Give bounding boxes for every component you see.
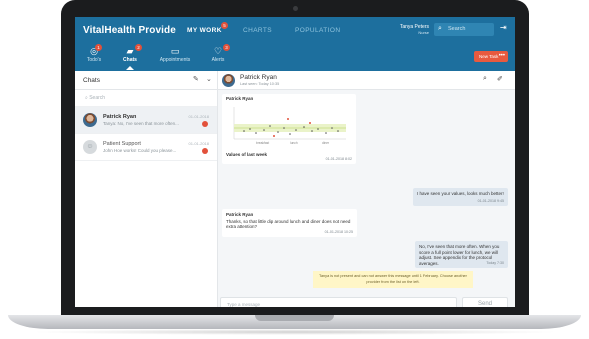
app-screen: VitalHealth Provide MY WORK 5 CHARTS POP… bbox=[75, 17, 515, 307]
plot-label: lunch bbox=[290, 141, 298, 145]
chat-preview: Tanya: No, I've seen that more often... bbox=[103, 121, 179, 126]
user-menu-icon[interactable]: ⇥ bbox=[500, 23, 507, 32]
message-sender: Patrick Ryan bbox=[226, 96, 254, 101]
nav-my-work[interactable]: MY WORK bbox=[187, 27, 222, 34]
chat-date: 01-01-2018 bbox=[188, 114, 209, 119]
message-input-placeholder: Type a message bbox=[227, 302, 261, 307]
new-task-button[interactable]: New Task ••• bbox=[474, 51, 508, 62]
message-caption: Values of last week bbox=[226, 152, 268, 157]
plot-label: breakfast bbox=[256, 141, 269, 145]
camera-dot bbox=[293, 6, 298, 11]
user-role: Nurse bbox=[418, 30, 429, 35]
search-icon: ⌕ bbox=[438, 25, 442, 32]
glucose-scatter-plot[interactable]: breakfast lunch diner bbox=[226, 103, 350, 150]
message-bubble-outgoing: No, I've seen that more often. When you … bbox=[415, 241, 508, 268]
message-sender: Patrick Ryan bbox=[226, 212, 254, 217]
chats-sidebar: Chats ✎ ⌄ ⌕ Search Patrick Ryan Tanya: N… bbox=[75, 71, 218, 307]
global-search[interactable]: ⌕ Search bbox=[434, 23, 494, 36]
message-text: I have seen your values, looks much bett… bbox=[417, 191, 504, 196]
compose-icon[interactable]: ✎ bbox=[193, 75, 199, 83]
message-timestamp: Today 7:30 bbox=[486, 260, 504, 265]
support-avatar-icon: ☺ bbox=[83, 140, 97, 154]
laptop-mockup: VitalHealth Provide MY WORK 5 CHARTS POP… bbox=[0, 0, 589, 339]
tab-chats-label: Chats bbox=[123, 57, 137, 63]
sub-tabs: ◎ Todo's 1 ▰ Chats 2 ▭ Appointments ♡ Al… bbox=[75, 42, 515, 71]
message-timestamp: 01-01-2018 9:45 bbox=[477, 198, 504, 203]
new-task-label: New Task bbox=[479, 54, 499, 59]
tab-appointments-label: Appointments bbox=[159, 57, 191, 63]
nav-charts[interactable]: CHARTS bbox=[243, 27, 272, 34]
calendar-icon: ▭ bbox=[170, 46, 180, 56]
nav-population[interactable]: POPULATION bbox=[295, 27, 340, 34]
laptop-shadow bbox=[30, 329, 560, 335]
attachment-icon[interactable]: ✐ bbox=[497, 75, 503, 83]
tab-todos-badge: 1 bbox=[95, 44, 102, 51]
message-input[interactable]: Type a message bbox=[220, 297, 457, 307]
message-timestamp: 01-01-2018 8:02 bbox=[325, 156, 352, 161]
chats-search-placeholder: ⌕ Search bbox=[85, 95, 106, 101]
chat-contact-name: Patient Support bbox=[103, 141, 141, 147]
avatar bbox=[83, 113, 97, 127]
message-text: Thanks, so that little dip around lunch … bbox=[226, 218, 351, 230]
nav-badge: 5 bbox=[221, 22, 228, 29]
tab-todos-label: Todo's bbox=[86, 57, 102, 63]
avatar bbox=[222, 74, 235, 87]
chat-list-item[interactable]: Patrick Ryan Tanya: No, I've seen that m… bbox=[75, 107, 217, 134]
conversation-panel: Patrick Ryan Last seen: Today 10:35 ⌕ ✐ … bbox=[218, 71, 515, 307]
plot-label: diner bbox=[322, 141, 330, 145]
message-bubble-incoming: Patrick Ryan breakfast lunch diner Value… bbox=[222, 94, 356, 164]
global-search-placeholder: Search bbox=[448, 26, 466, 32]
absence-notice: Tanya is not present and can not answer … bbox=[313, 271, 473, 288]
laptop-notch bbox=[255, 315, 334, 321]
search-icon[interactable]: ⌕ bbox=[483, 75, 487, 83]
conversation-header: Patrick Ryan Last seen: Today 10:35 ⌕ ✐ bbox=[218, 71, 515, 90]
unread-badge bbox=[202, 121, 208, 127]
tab-alerts-badge: 3 bbox=[223, 44, 230, 51]
conversation-status: Last seen: Today 10:35 bbox=[240, 82, 280, 86]
message-bubble-outgoing: I have seen your values, looks much bett… bbox=[413, 188, 508, 206]
unread-badge bbox=[202, 148, 208, 154]
brand-logo: VitalHealth Provide bbox=[83, 25, 176, 36]
message-timestamp: 01-01-2018 10:25 bbox=[324, 229, 353, 234]
tab-appointments[interactable]: ▭ Appointments bbox=[155, 45, 195, 63]
chats-header: Chats ✎ ⌄ bbox=[75, 71, 217, 90]
chat-preview: John Hoe works! Could you please... bbox=[103, 148, 177, 153]
tab-chats-badge: 2 bbox=[135, 44, 142, 51]
more-options-icon[interactable]: ••• bbox=[499, 51, 505, 62]
chevron-down-icon[interactable]: ⌄ bbox=[206, 75, 212, 83]
conversation-contact-name: Patrick Ryan bbox=[240, 74, 277, 81]
tab-alerts-label: Alerts bbox=[211, 57, 225, 63]
send-button[interactable]: Send bbox=[462, 297, 508, 307]
chat-date: 01-01-2018 bbox=[188, 141, 209, 146]
chat-list-item[interactable]: ☺ Patient Support John Hoe works! Could … bbox=[75, 134, 217, 161]
chat-contact-name: Patrick Ryan bbox=[103, 114, 137, 120]
top-bar: VitalHealth Provide MY WORK 5 CHARTS POP… bbox=[75, 17, 515, 71]
user-info[interactable]: Tanya Peters Nurse bbox=[393, 24, 429, 36]
chats-search-input[interactable]: ⌕ Search bbox=[75, 90, 217, 107]
chats-search-text: Search bbox=[89, 95, 106, 101]
message-bubble-incoming: Patrick Ryan Thanks, so that little dip … bbox=[222, 209, 357, 237]
chats-title: Chats bbox=[83, 77, 100, 84]
